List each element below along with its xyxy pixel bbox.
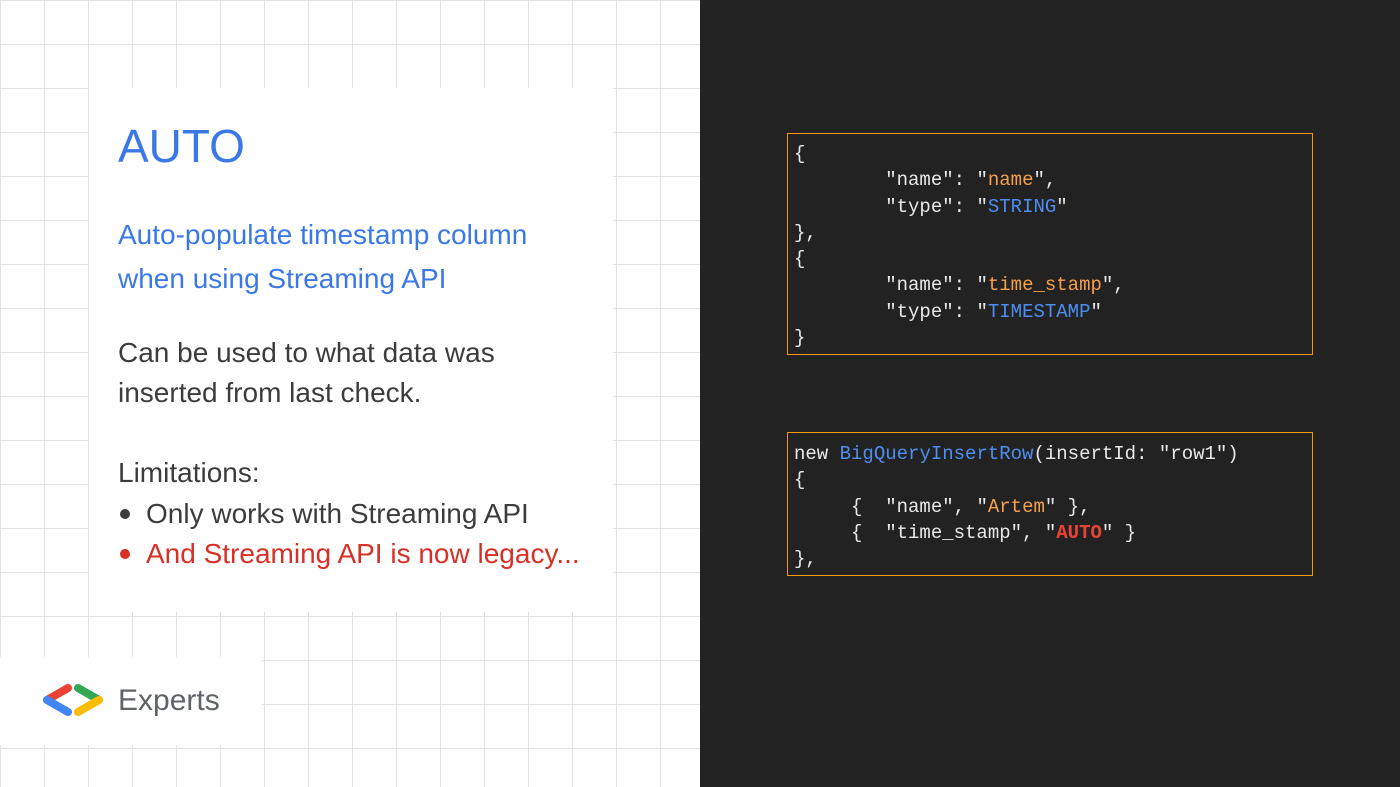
code-line: "type": "STRING" (885, 195, 1068, 218)
code-line: }, (794, 221, 817, 244)
right-panel (700, 0, 1400, 787)
limitation-text: Only works with Streaming API (146, 498, 529, 529)
bullet-icon (120, 509, 130, 519)
code-line: { "name", "Artem" }, (794, 495, 1091, 518)
schema-code-block: { "name": "name", "type": "STRING"}, { "n… (787, 133, 1313, 355)
logo-text: Experts (118, 684, 220, 717)
code-line: { (794, 469, 806, 492)
developers-logo-icon (43, 684, 103, 716)
code-line: } (794, 327, 806, 350)
code-line: { (794, 143, 806, 165)
slide-subtitle: Auto-populate timestamp column when usin… (118, 219, 528, 294)
code-line: { (794, 248, 806, 271)
limitations-heading: Limitations: (118, 457, 260, 488)
code-line: "type": "TIMESTAMP" (885, 300, 1102, 323)
limitations-list: Only works with Streaming API And Stream… (118, 494, 580, 574)
slide-body: Can be used to what data was inserted fr… (118, 337, 495, 408)
insert-code-block: new BigQueryInsertRow(insertId: "row1") {… (787, 432, 1313, 576)
code-line: new BigQueryInsertRow(insertId: "row1") (794, 443, 1239, 465)
code-line: }, (794, 548, 817, 571)
slide-title: AUTO (118, 120, 245, 172)
code-line: "name": "time_stamp", (885, 274, 1125, 297)
limitation-item: Only works with Streaming API (118, 494, 580, 534)
limitation-item-warning: And Streaming API is now legacy... (118, 534, 580, 574)
bullet-icon (120, 549, 130, 559)
limitation-text: And Streaming API is now legacy... (146, 538, 580, 569)
code-line: "name": "name", (885, 169, 1057, 192)
code-line: { "time_stamp", "AUTO" } (794, 521, 1137, 544)
